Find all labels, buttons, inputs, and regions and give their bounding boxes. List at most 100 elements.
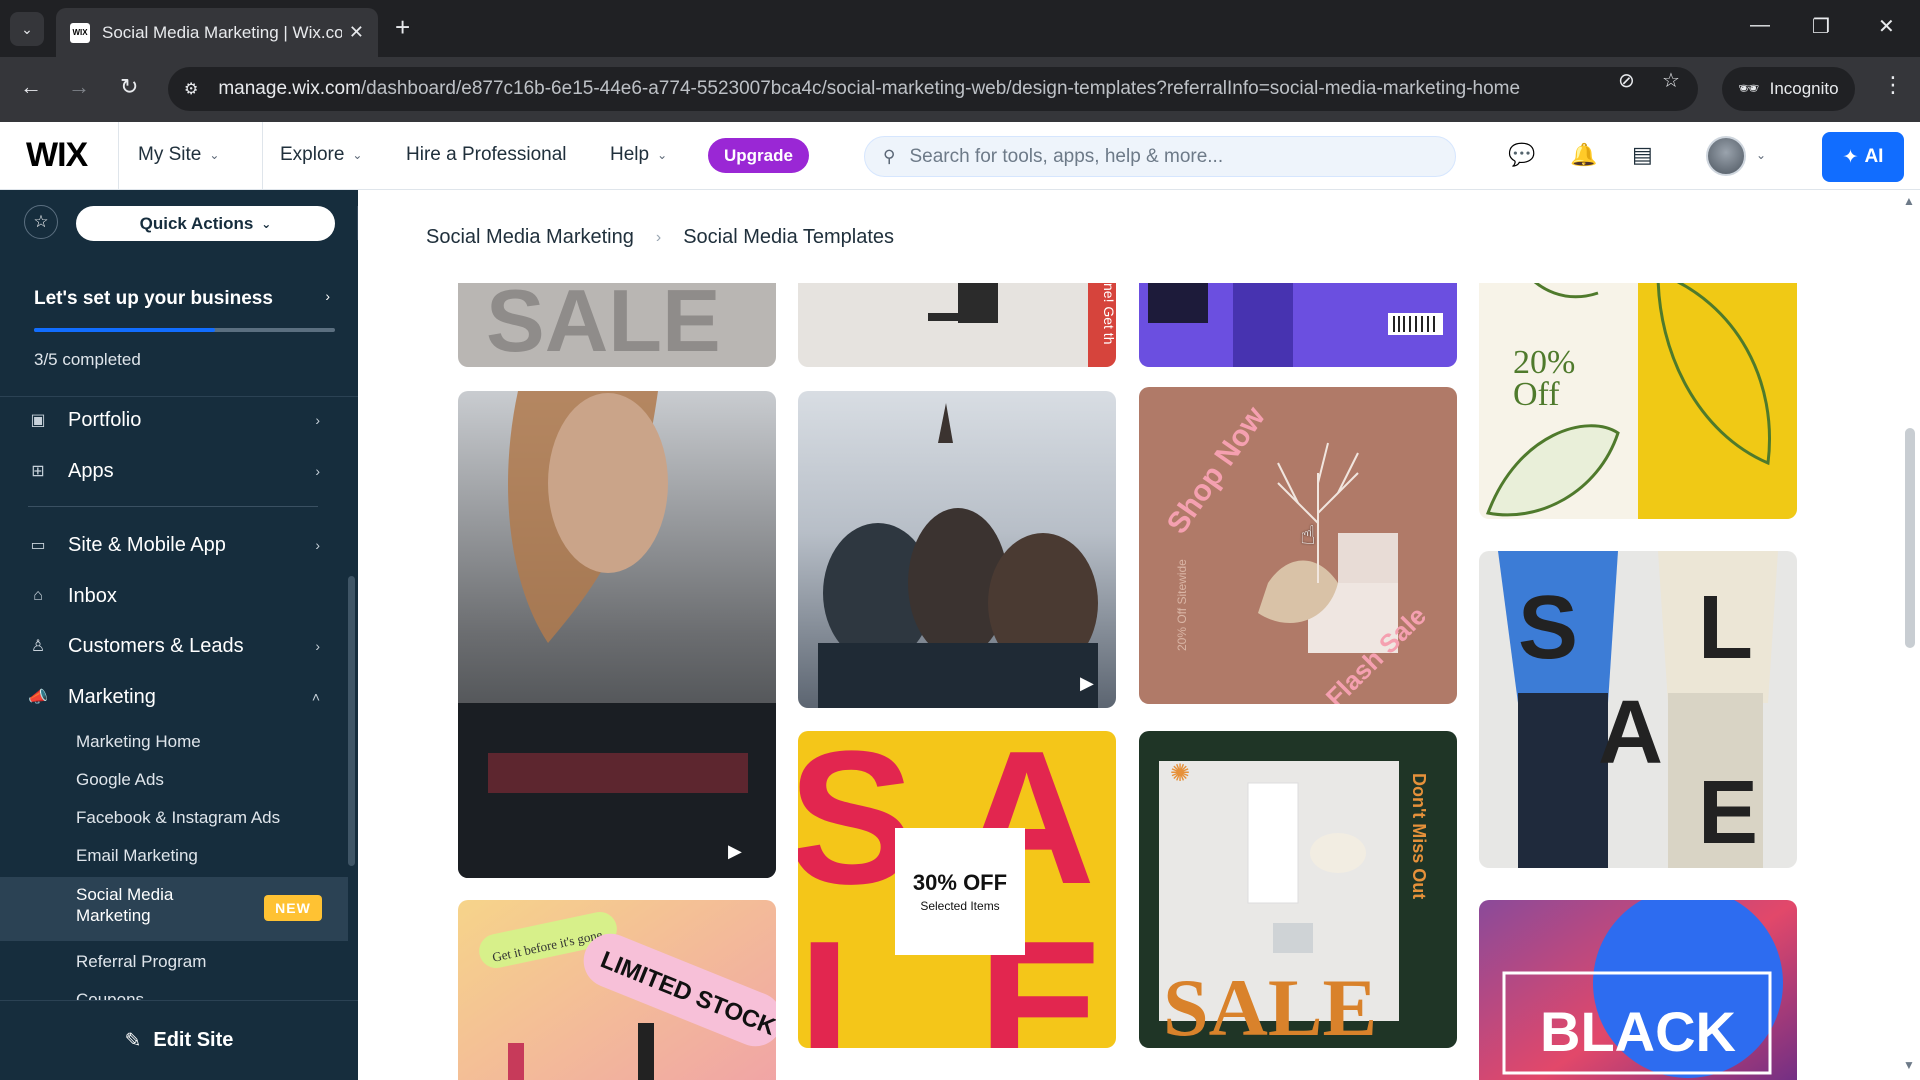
template-text: SALE: [1163, 962, 1377, 1053]
sidebar-item-label: Apps: [68, 459, 114, 482]
template-text: ne! Get th: [1101, 283, 1117, 344]
sidebar-subitem-email-marketing[interactable]: Email Marketing: [76, 846, 198, 866]
progress-fill: [34, 328, 215, 332]
template-text: Off: [1513, 376, 1560, 413]
notifications-bell-icon[interactable]: 🔔: [1570, 142, 1597, 168]
back-icon[interactable]: ←: [20, 74, 42, 100]
sidebar-scrollbar[interactable]: [348, 576, 355, 866]
breadcrumb: Social Media Marketing › Social Media Te…: [426, 226, 894, 249]
edit-site-button[interactable]: ✎ Edit Site: [0, 1000, 358, 1080]
scroll-up-icon[interactable]: ▲: [1903, 194, 1915, 208]
quick-actions-button[interactable]: Quick Actions ⌄: [76, 206, 335, 241]
news-feed-icon[interactable]: ▤: [1632, 142, 1653, 168]
template-card-black-friday[interactable]: BLACK: [1479, 888, 1797, 1080]
minimize-icon[interactable]: —: [1750, 14, 1770, 37]
setup-progress-bar: [34, 328, 335, 332]
sidebar-subitem-google-ads[interactable]: Google Ads: [76, 770, 164, 790]
explore-menu[interactable]: Explore ⌄: [280, 144, 362, 166]
help-menu[interactable]: Help ⌄: [610, 144, 667, 166]
play-icon: ▶: [1080, 673, 1094, 693]
main-scrollbar-thumb[interactable]: [1905, 428, 1915, 648]
favorites-star-icon[interactable]: ☆: [24, 205, 58, 239]
wix-top-bar: WIX My Site ⌄ Explore ⌄ Hire a Professiona…: [0, 122, 1920, 190]
wix-logo[interactable]: WIX: [26, 136, 88, 175]
quick-actions-label: Quick Actions: [139, 213, 254, 233]
chevron-down-icon[interactable]: ⌄: [1756, 148, 1766, 162]
sidebar-item-apps[interactable]: ⊞ Apps ›: [28, 451, 320, 491]
template-text: 30% OFF: [913, 870, 1007, 895]
site-info-icon[interactable]: ⚙: [184, 79, 198, 99]
template-card-20-off-leaves[interactable]: 20% Off: [1479, 283, 1797, 519]
template-card-runner[interactable]: ne! Get th: [798, 283, 1117, 367]
divider: [118, 122, 119, 190]
messages-icon[interactable]: 💬: [1508, 142, 1535, 168]
search-bar[interactable]: ⚲: [864, 136, 1456, 177]
explore-label: Explore: [280, 144, 345, 165]
setup-business-link[interactable]: Let's set up your business ›: [34, 288, 330, 310]
avatar[interactable]: [1706, 136, 1746, 176]
sidebar-item-portfolio[interactable]: ▣ Portfolio ›: [28, 400, 320, 440]
chevron-down-icon: ⌄: [657, 148, 668, 162]
template-text: L: [1698, 578, 1753, 678]
template-text: BLACK: [1540, 1000, 1736, 1063]
sidebar-subitem-facebook-instagram-ads[interactable]: Facebook & Instagram Ads: [76, 808, 280, 828]
template-card-sale-letters-people[interactable]: S L A E: [1479, 551, 1797, 868]
my-site-menu[interactable]: My Site ⌄: [138, 144, 219, 166]
restore-icon[interactable]: ❐: [1812, 14, 1830, 39]
template-card-shop-now-flash-sale[interactable]: Shop Now 20% Off Sitewide Flash Sale: [1139, 387, 1457, 713]
inbox-icon: ⌂: [33, 587, 43, 604]
play-icon: ▶: [728, 841, 742, 861]
eye-off-icon[interactable]: ⊘: [1618, 68, 1635, 93]
bookmark-star-icon[interactable]: ☆: [1662, 68, 1680, 93]
wix-favicon-icon: WIX: [70, 22, 90, 43]
template-card-sale-grey[interactable]: SALE: [458, 283, 776, 370]
template-card-30-off-sale[interactable]: S A L E 30% OFF Selected Items: [788, 712, 1116, 1080]
scroll-down-icon[interactable]: ▼: [1903, 1058, 1915, 1072]
ai-assistant-button[interactable]: ✦ AI: [1822, 132, 1904, 182]
chevron-up-icon: ˄: [311, 689, 320, 705]
forward-icon[interactable]: →: [68, 74, 90, 100]
hire-label: Hire a Professional: [406, 144, 567, 165]
sidebar-item-inbox[interactable]: ⌂ Inbox: [28, 576, 320, 616]
sidebar-subitem-marketing-home[interactable]: Marketing Home: [76, 732, 201, 752]
help-label: Help: [610, 144, 650, 165]
my-site-label: My Site: [138, 144, 202, 165]
template-card-friends-video[interactable]: ▶: [798, 391, 1116, 713]
marketing-icon: 📣: [28, 689, 48, 706]
template-card-dont-miss-out[interactable]: ✺ Don't Miss Out SALE: [1139, 731, 1457, 1053]
sidebar-item-site-mobile-app[interactable]: ▭ Site & Mobile App ›: [28, 525, 320, 565]
upgrade-button[interactable]: Upgrade: [708, 138, 809, 173]
browser-tab[interactable]: WIX Social Media Marketing | Wix.com ✕: [56, 8, 378, 57]
breadcrumb-parent-link[interactable]: Social Media Marketing: [426, 226, 634, 249]
chevron-right-icon: ›: [655, 228, 662, 246]
site-mobile-icon: ▭: [30, 537, 46, 554]
url-bar[interactable]: ⚙ manage.wix.com/dashboard/e877c16b-6e15…: [168, 67, 1698, 111]
incognito-indicator[interactable]: 🕶 Incognito: [1722, 67, 1855, 111]
new-tab-icon[interactable]: +: [395, 12, 410, 42]
chevron-down-icon: ⌄: [352, 148, 363, 162]
setup-title: Let's set up your business: [34, 288, 273, 309]
template-text: E: [1698, 763, 1758, 863]
sidebar-item-customers-leads[interactable]: ♙ Customers & Leads ›: [28, 626, 320, 666]
chevron-right-icon: ›: [315, 638, 320, 654]
search-input[interactable]: [909, 145, 1410, 168]
hire-professional-link[interactable]: Hire a Professional: [406, 144, 567, 166]
close-window-icon[interactable]: ✕: [1878, 14, 1895, 39]
template-card-limited-stock[interactable]: Get it before it's gone LIMITED STOCK: [458, 900, 790, 1080]
chevron-right-icon: ›: [325, 288, 330, 304]
reload-icon[interactable]: ↻: [120, 74, 138, 100]
sidebar-subitem-referral-program[interactable]: Referral Program: [76, 952, 206, 972]
pencil-icon: ✎: [124, 1030, 142, 1052]
template-text: Selected Items: [920, 899, 999, 913]
sidebar-subitem-social-media-marketing[interactable]: Social Media Marketing: [76, 884, 216, 926]
template-text: Don't Miss Out: [1409, 773, 1429, 899]
setup-count: 3/5 completed: [34, 350, 141, 369]
portfolio-icon: ▣: [30, 412, 46, 429]
sidebar-item-marketing[interactable]: 📣 Marketing ˄: [28, 677, 320, 717]
template-card-woman-video[interactable]: ▶: [458, 391, 776, 878]
template-card-purple-chair[interactable]: [1139, 283, 1457, 367]
browser-menu-icon[interactable]: ⋮: [1882, 72, 1904, 98]
template-text: 20% Off Sitewide: [1175, 559, 1189, 651]
tab-close-icon[interactable]: ✕: [349, 22, 364, 43]
tab-search-button[interactable]: ⌄: [10, 12, 44, 46]
